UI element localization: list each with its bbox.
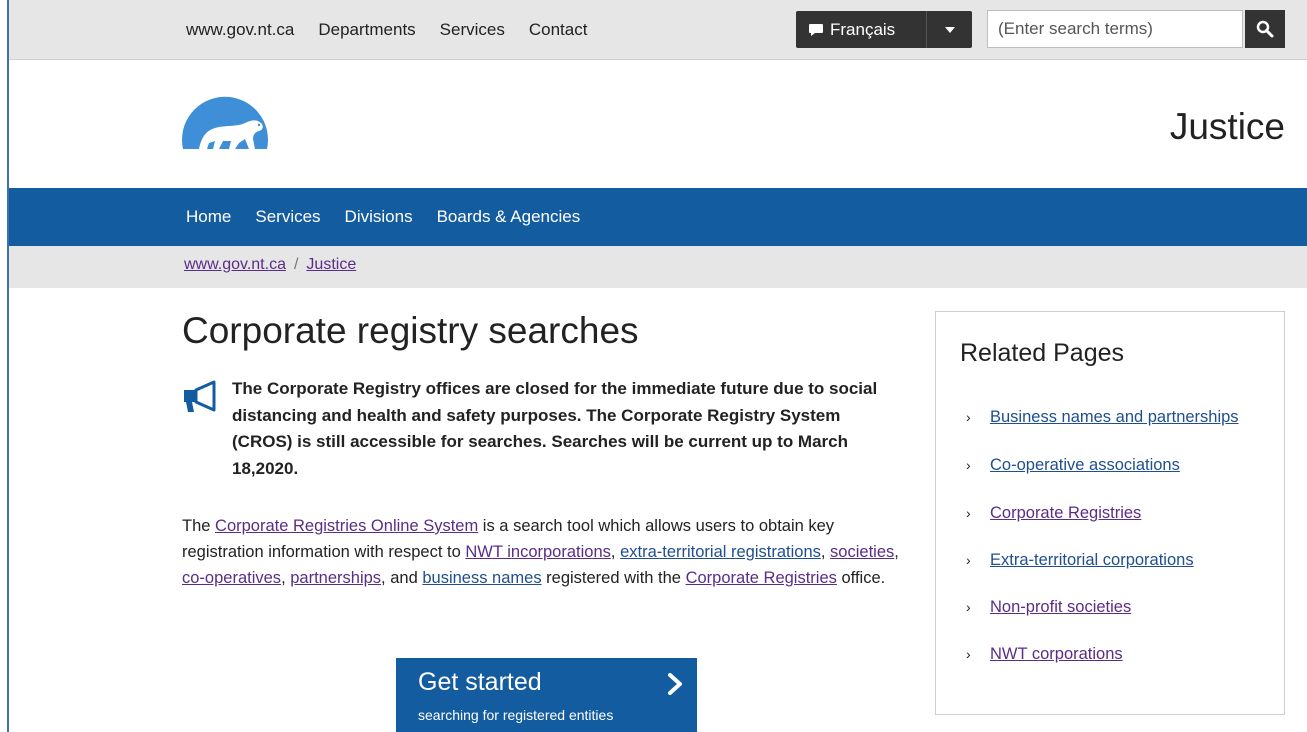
intro-paragraph: The Corporate Registries Online System i…	[182, 513, 902, 591]
link-nwt-incorporations[interactable]: NWT incorporations	[465, 543, 611, 561]
utility-link-services[interactable]: Services	[440, 20, 505, 40]
cta-title: Get started	[418, 668, 542, 696]
main-navigation: Home Services Divisions Boards & Agencie…	[9, 188, 1307, 246]
alert-text: The Corporate Registry offices are close…	[232, 379, 878, 478]
nav-item-services[interactable]: Services	[255, 207, 320, 227]
related-item: › Extra-territorial corporations	[966, 547, 1266, 573]
search-icon	[1256, 20, 1274, 38]
search-button[interactable]	[1245, 10, 1285, 48]
related-link-business-names[interactable]: Business names and partnerships	[990, 408, 1239, 426]
link-partnerships[interactable]: partnerships	[290, 569, 381, 587]
related-link-corporate-registries[interactable]: Corporate Registries	[990, 504, 1141, 522]
utility-link-departments[interactable]: Departments	[318, 20, 415, 40]
intro-text: office.	[836, 569, 886, 587]
link-societies[interactable]: societies	[830, 543, 894, 561]
language-label: Français	[830, 19, 896, 39]
link-extra-territorial-registrations[interactable]: extra-territorial registrations	[620, 543, 821, 561]
cta-subtitle: searching for registered entities	[418, 707, 614, 723]
breadcrumb-trail: www.gov.nt.ca / Justice	[184, 256, 356, 274]
intro-text: , and	[381, 569, 423, 587]
chevron-right-icon: ›	[966, 505, 971, 521]
intro-text: ,	[610, 543, 621, 561]
intro-text: ,	[820, 543, 831, 561]
main-nav-items: Home Services Divisions Boards & Agencie…	[186, 207, 580, 227]
related-item: › Co-operative associations	[966, 452, 1266, 478]
nav-item-boards-agencies[interactable]: Boards & Agencies	[437, 207, 581, 227]
breadcrumb-link-gov[interactable]: www.gov.nt.ca	[184, 256, 286, 274]
chevron-right-icon: ›	[966, 457, 971, 473]
intro-text: The	[182, 517, 216, 535]
breadcrumb-separator: /	[293, 256, 299, 273]
related-link-non-profit-societies[interactable]: Non-profit societies	[990, 598, 1131, 616]
chevron-right-icon	[668, 673, 682, 695]
utility-link-contact[interactable]: Contact	[529, 20, 588, 40]
related-pages-title: Related Pages	[960, 339, 1125, 367]
gnwt-logo[interactable]	[181, 81, 271, 158]
related-item: › Business names and partnerships	[966, 404, 1266, 430]
intro-text: ,	[894, 543, 899, 561]
chevron-right-icon: ›	[966, 409, 971, 425]
language-dropdown-toggle[interactable]	[926, 11, 972, 48]
chevron-right-icon: ›	[966, 599, 971, 615]
related-item: › Corporate Registries	[966, 500, 1266, 526]
related-link-nwt-corporations[interactable]: NWT corporations	[990, 645, 1123, 663]
link-corporate-registries-online-system[interactable]: Corporate Registries Online System	[215, 517, 478, 535]
breadcrumb-link-justice[interactable]: Justice	[306, 256, 356, 274]
chevron-right-icon: ›	[966, 552, 971, 568]
site-name[interactable]: Justice	[1170, 106, 1285, 148]
link-business-names[interactable]: business names	[422, 569, 541, 587]
related-link-co-operative-associations[interactable]: Co-operative associations	[990, 456, 1180, 474]
utility-link-gov[interactable]: www.gov.nt.ca	[186, 20, 294, 40]
utility-links: www.gov.nt.ca Departments Services Conta…	[186, 20, 587, 40]
intro-text: ,	[281, 569, 291, 587]
utility-bar: www.gov.nt.ca Departments Services Conta…	[9, 0, 1307, 60]
search-input[interactable]	[987, 10, 1243, 48]
chevron-right-icon: ›	[966, 646, 971, 662]
megaphone-icon	[184, 380, 216, 412]
language-switcher[interactable]: Français	[796, 11, 972, 48]
polar-bear-logo	[182, 96, 268, 149]
site-header: Justice	[9, 60, 1307, 188]
link-corporate-registries[interactable]: Corporate Registries	[686, 569, 837, 587]
related-item: › Non-profit societies	[966, 594, 1266, 620]
nav-item-divisions[interactable]: Divisions	[345, 207, 413, 227]
language-button[interactable]: Français	[796, 11, 926, 48]
intro-text: registered with the	[541, 569, 686, 587]
related-item: › NWT corporations	[966, 641, 1266, 667]
nav-item-home[interactable]: Home	[186, 207, 231, 227]
get-started-button[interactable]: Get started searching for registered ent…	[396, 658, 697, 732]
link-co-operatives[interactable]: co-operatives	[182, 569, 281, 587]
related-pages-panel: Related Pages › Business names and partn…	[935, 311, 1285, 715]
speech-bubble-icon	[809, 23, 823, 36]
related-pages-list: › Business names and partnerships › Co-o…	[966, 404, 1266, 667]
breadcrumb: www.gov.nt.ca / Justice	[9, 246, 1307, 288]
related-link-extra-territorial[interactable]: Extra-territorial corporations	[990, 551, 1194, 569]
page-title: Corporate registry searches	[182, 310, 639, 351]
caret-down-icon	[944, 26, 955, 33]
